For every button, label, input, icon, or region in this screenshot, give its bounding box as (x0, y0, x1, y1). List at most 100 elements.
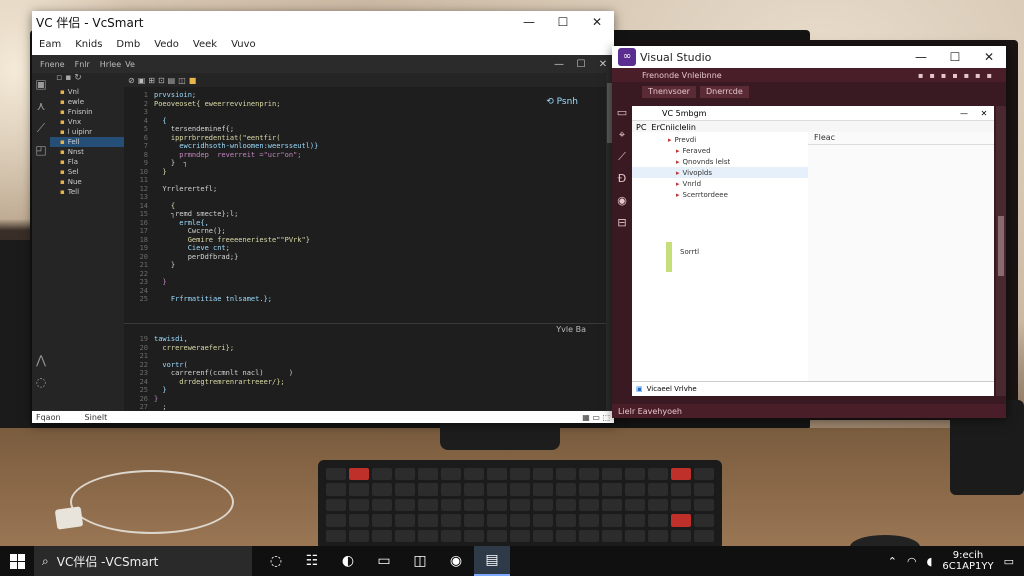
explorer-item[interactable]: ▪ Sel (50, 167, 124, 177)
chrome-icon[interactable]: ◉ (438, 546, 474, 576)
vs-tab-2[interactable]: Dnerrcde (699, 86, 749, 98)
keyboard-key (579, 514, 599, 527)
menu-item-3[interactable]: Dmb (109, 39, 147, 50)
tray-chevron-icon[interactable]: ⌃ (888, 555, 897, 568)
line-number: 11 (139, 176, 148, 184)
ide-minimize-button[interactable]: — (548, 59, 570, 70)
panel-code[interactable]: tawisdi, crrereweraeferi}; vortr( carrer… (154, 335, 586, 411)
solution-tree-item[interactable]: ▸ Vnrld (632, 178, 808, 189)
ide-menu-4[interactable]: Ve (125, 60, 135, 69)
explorer-item-label: Vnl (67, 88, 79, 96)
menu-item-4[interactable]: Vedo (147, 39, 186, 50)
toolbar-icon-7[interactable]: ■ (189, 76, 197, 85)
explorer-item[interactable]: ▪ Fell (50, 137, 124, 147)
file-icon: ▪ (60, 178, 65, 186)
menu-item-6[interactable]: Vuvo (224, 39, 263, 50)
menu-item-1[interactable]: Eam (32, 39, 68, 50)
explorer-item[interactable]: ▪ l uipinr (50, 127, 124, 137)
code-line: { (154, 116, 167, 125)
tree-footer: Sorrtl (680, 248, 700, 256)
clock[interactable]: 9:ecih 6C1AP1YY (942, 550, 993, 572)
toolbar-icon-1[interactable]: ⊘ (128, 76, 135, 85)
keyboard-key (326, 468, 346, 481)
keyboard-key (326, 514, 346, 527)
toolbar-icon-3[interactable]: ⊞ (148, 76, 155, 85)
folder-icon[interactable]: ▭ (366, 546, 402, 576)
code-line: } ┐ (154, 159, 188, 167)
edit-icon[interactable]: ⟋ (32, 117, 50, 139)
explorer-item[interactable]: ▪ ewle (50, 97, 124, 107)
notification-icon[interactable]: ▭ (1004, 555, 1014, 568)
file-explorer: ▫ ▪ ↻ ▪ Vnl ▪ ewle ▪ Fnisnin ▪ Vnx ▪ l uipinr ▪ Fel… (50, 73, 124, 411)
run-icon[interactable]: ⋏ (32, 95, 50, 117)
toolbar-icon-5[interactable]: ▤ (168, 76, 176, 85)
dialog-tool-label[interactable]: ErCniiclelin (651, 123, 696, 132)
vs-side-icon-6[interactable]: ⊟ (612, 212, 632, 234)
start-button[interactable] (0, 546, 34, 576)
account-icon[interactable]: ⋀ (32, 349, 50, 371)
toolbar-icon-4[interactable]: ⊡ (158, 76, 165, 85)
vs-scrollbar-thumb[interactable] (998, 216, 1004, 276)
search-icon: ⌕ (42, 553, 49, 568)
explorer-icon[interactable]: ▣ (32, 73, 50, 95)
new-folder-icon[interactable]: ▪ (65, 73, 71, 87)
explorer-item[interactable]: ▪ Tell (50, 187, 124, 197)
code-line: tersendeminef{; (154, 125, 235, 133)
keyboard-key (441, 514, 461, 527)
debug-icon[interactable]: ◰ (32, 139, 50, 161)
maximize-button[interactable]: ☐ (546, 11, 580, 33)
explorer-item[interactable]: ▪ Fnisnin (50, 107, 124, 117)
taskbar-search[interactable]: ⌕ VC伴侣 -VCSmart (34, 546, 252, 576)
toolbar-icon-2[interactable]: ▣ (138, 76, 146, 85)
explorer-item[interactable]: ▪ Nnst (50, 147, 124, 157)
vs-maximize-button[interactable]: ☐ (938, 46, 972, 68)
solution-tree-item[interactable]: ▸ Scerrtordeee (632, 189, 808, 200)
keyboard-key (487, 529, 507, 542)
settings-icon[interactable]: ◌ (32, 371, 50, 393)
new-file-icon[interactable]: ▫ (56, 73, 62, 87)
vs-side-icon-5[interactable]: ◉ (612, 190, 632, 212)
ide-menu-2[interactable]: Fnlr (75, 60, 90, 69)
ide-menu-3[interactable]: Hrlee (100, 60, 121, 69)
ide-menu-1[interactable]: Fnene (40, 60, 65, 69)
vs-close-button[interactable]: ✕ (972, 46, 1006, 68)
dialog-minimize-button[interactable]: — (954, 109, 974, 118)
vs-side-icon-3[interactable]: ⟋ (612, 146, 632, 168)
explorer-item[interactable]: ▪ Fla (50, 157, 124, 167)
vs-minimize-button[interactable]: — (904, 46, 938, 68)
vs-side-icon-2[interactable]: ⌖ (612, 124, 632, 146)
dialog-close-button[interactable]: ✕ (974, 109, 994, 118)
explorer-item[interactable]: ▪ Vnl (50, 87, 124, 97)
close-button[interactable]: ✕ (580, 11, 614, 33)
panel-tabs[interactable]: Yvle Ba (556, 325, 586, 334)
dialog-tool-pc[interactable]: PC (636, 123, 646, 132)
clock-time: 9:ecih (952, 550, 984, 561)
vs-tab-1[interactable]: Tnenvsoer (642, 86, 696, 98)
ide-close-button[interactable]: ✕ (592, 59, 614, 70)
mail-icon[interactable]: ◫ (402, 546, 438, 576)
vs-scrollbar[interactable] (996, 106, 1006, 396)
ide-maximize-button[interactable]: ☐ (570, 59, 592, 70)
explorer-item[interactable]: ▪ Vnx (50, 117, 124, 127)
edge-icon[interactable]: ◐ (330, 546, 366, 576)
vcsmart-icon[interactable]: ▤ (474, 546, 510, 576)
minimize-button[interactable]: — (512, 11, 546, 33)
solution-tree-item[interactable]: ▸ Feraved (632, 145, 808, 156)
solution-tree-item[interactable]: ▸ Qnovnds lelst (632, 156, 808, 167)
toolbar-icon-6[interactable]: ◫ (178, 76, 186, 85)
task-view-icon[interactable]: ◌ (258, 546, 294, 576)
explorer-item[interactable]: ▪ Nue (50, 177, 124, 187)
code-editor[interactable]: ⊘ ▣ ⊞ ⊡ ▤ ◫ ■ ⟲ Psnh 1 2 3 4 5 6 7 8 9 10 11 12 13 14… (124, 73, 606, 411)
refresh-icon[interactable]: ↻ (74, 73, 82, 87)
menu-item-5[interactable]: Veek (186, 39, 224, 50)
vs-side-icon-4[interactable]: Ɖ (612, 168, 632, 190)
network-icon[interactable]: ◠ (907, 555, 917, 568)
solution-tree-item[interactable]: ▸ Prevdi (632, 134, 808, 145)
volume-icon[interactable]: ◖ (927, 555, 933, 568)
menu-item-2[interactable]: Knids (68, 39, 109, 50)
solution-tree-item[interactable]: ▸ Vivoplds (632, 167, 808, 178)
store-icon[interactable]: ☷ (294, 546, 330, 576)
keyboard-key (671, 483, 691, 496)
vs-side-icon-1[interactable]: ▭ (612, 102, 632, 124)
vs-toolbar-icons[interactable]: ▪▪▪▪▪▪▪ (918, 71, 1006, 80)
